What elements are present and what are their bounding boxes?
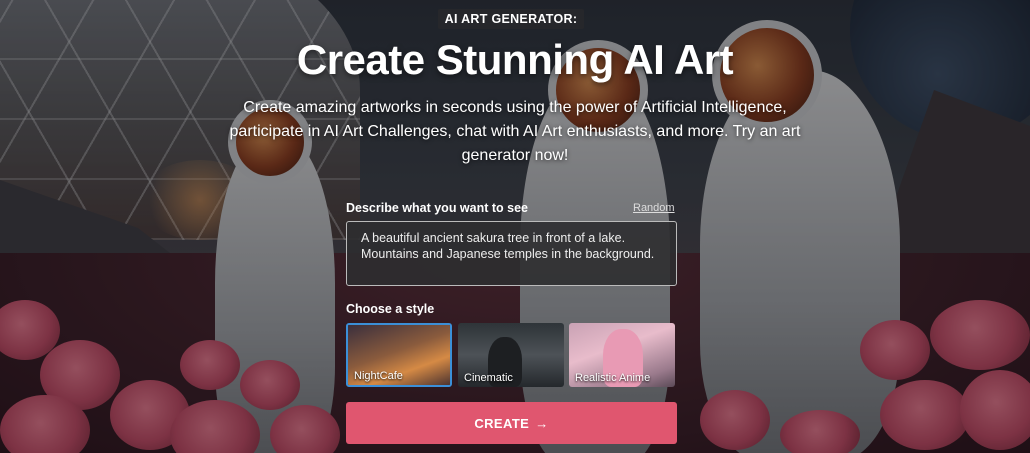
hero-badge: AI ART GENERATOR:	[438, 9, 584, 29]
style-label: Choose a style	[346, 302, 435, 316]
style-option-cinematic[interactable]: Cinematic	[458, 323, 564, 387]
random-prompt-link[interactable]: Random	[633, 202, 675, 214]
create-button[interactable]: CREATE →	[346, 402, 677, 444]
style-option-nightcafe[interactable]: NightCafe	[346, 323, 452, 387]
page-title: Create Stunning AI Art	[296, 36, 734, 83]
style-option-label: Cinematic	[464, 372, 513, 384]
prompt-label: Describe what you want to see	[346, 201, 528, 215]
create-button-label: CREATE	[474, 415, 530, 431]
style-option-label: Realistic Anime	[575, 372, 651, 384]
hero-subtitle: Create amazing artworks in seconds using…	[229, 99, 801, 164]
style-option-label: NightCafe	[354, 370, 403, 382]
prompt-input[interactable]: A beautiful ancient sakura tree in front…	[346, 221, 677, 286]
style-option-realistic-anime[interactable]: Realistic Anime	[569, 323, 675, 387]
arrow-right-icon: →	[535, 415, 549, 431]
hero-content: AI ART GENERATOR: Create Stunning AI Art…	[0, 0, 1030, 453]
